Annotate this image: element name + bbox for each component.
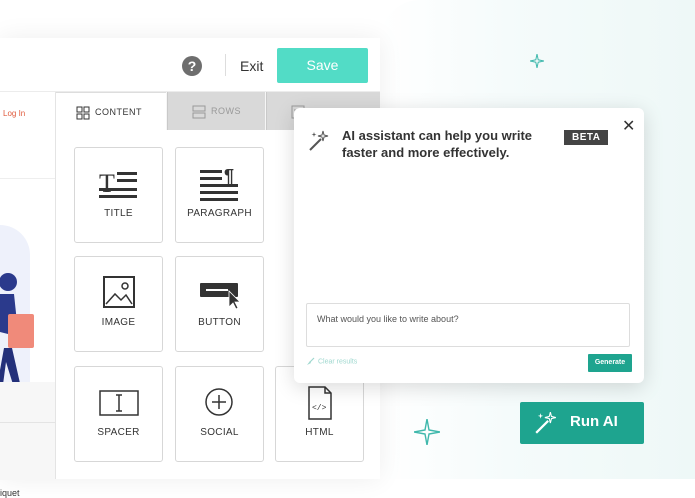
- login-link[interactable]: Log In: [3, 109, 25, 118]
- editor-topbar: ? Exit Save: [0, 38, 380, 92]
- magic-wand-icon: [309, 130, 329, 151]
- block-label: TITLE: [104, 208, 133, 219]
- tab-rows[interactable]: ROWS: [167, 92, 265, 130]
- sparkle-icon: [414, 419, 440, 445]
- block-label: PARAGRAPH: [187, 208, 252, 219]
- save-button[interactable]: Save: [277, 48, 368, 83]
- tab-label: CONTENT: [95, 107, 142, 117]
- grid-icon: [76, 106, 90, 120]
- rows-icon: [192, 105, 206, 119]
- canvas-preview: Log In iquet: [0, 92, 56, 498]
- generate-button[interactable]: Generate: [588, 354, 632, 372]
- divider: [225, 54, 226, 76]
- image-icon: [103, 276, 135, 308]
- help-icon[interactable]: ?: [182, 56, 202, 76]
- beta-badge: BETA: [564, 130, 609, 145]
- dialog-title: AI assistant can help you write faster a…: [342, 128, 532, 160]
- block-spacer[interactable]: SPACER: [74, 366, 163, 462]
- title-icon: T: [99, 169, 137, 198]
- tab-label: ROWS: [211, 106, 241, 116]
- block-button[interactable]: BUTTON: [175, 256, 264, 352]
- svg-text:T: T: [99, 169, 115, 198]
- clear-results-link[interactable]: Clear results: [306, 357, 357, 366]
- run-ai-button[interactable]: Run AI: [520, 402, 644, 444]
- block-title[interactable]: T TITLE: [74, 147, 163, 243]
- divider: [0, 422, 55, 423]
- magic-wand-icon: [535, 411, 556, 434]
- html-icon: </>: [308, 386, 332, 420]
- svg-text:</>: </>: [312, 404, 327, 413]
- social-icon: [205, 388, 233, 416]
- block-label: SPACER: [97, 427, 140, 438]
- hero-illustration: [0, 273, 34, 394]
- ai-assistant-dialog: AI assistant can help you write faster a…: [294, 108, 644, 383]
- block-social[interactable]: SOCIAL: [175, 366, 264, 462]
- svg-text:¶: ¶: [224, 166, 234, 186]
- block-label: HTML: [305, 427, 334, 438]
- tab-content[interactable]: CONTENT: [56, 92, 166, 130]
- spacer-icon: [99, 390, 139, 416]
- block-paragraph[interactable]: ¶ PARAGRAPH: [175, 147, 264, 243]
- exit-button[interactable]: Exit: [240, 58, 263, 74]
- block-label: BUTTON: [198, 317, 241, 328]
- block-label: SOCIAL: [200, 427, 239, 438]
- button-icon: [200, 283, 241, 310]
- footer-area: [0, 382, 55, 480]
- paragraph-icon: ¶: [200, 166, 238, 201]
- preview-text: iquet: [0, 488, 20, 498]
- prompt-input[interactable]: What would you like to write about?: [306, 303, 630, 347]
- clear-results-label: Clear results: [318, 358, 358, 366]
- divider: [0, 178, 55, 179]
- block-label: IMAGE: [101, 317, 136, 328]
- close-icon[interactable]: ✕: [622, 116, 635, 136]
- block-image[interactable]: IMAGE: [74, 256, 163, 352]
- broom-icon: [307, 357, 315, 365]
- run-ai-label: Run AI: [570, 413, 618, 430]
- sparkle-icon: [530, 54, 544, 68]
